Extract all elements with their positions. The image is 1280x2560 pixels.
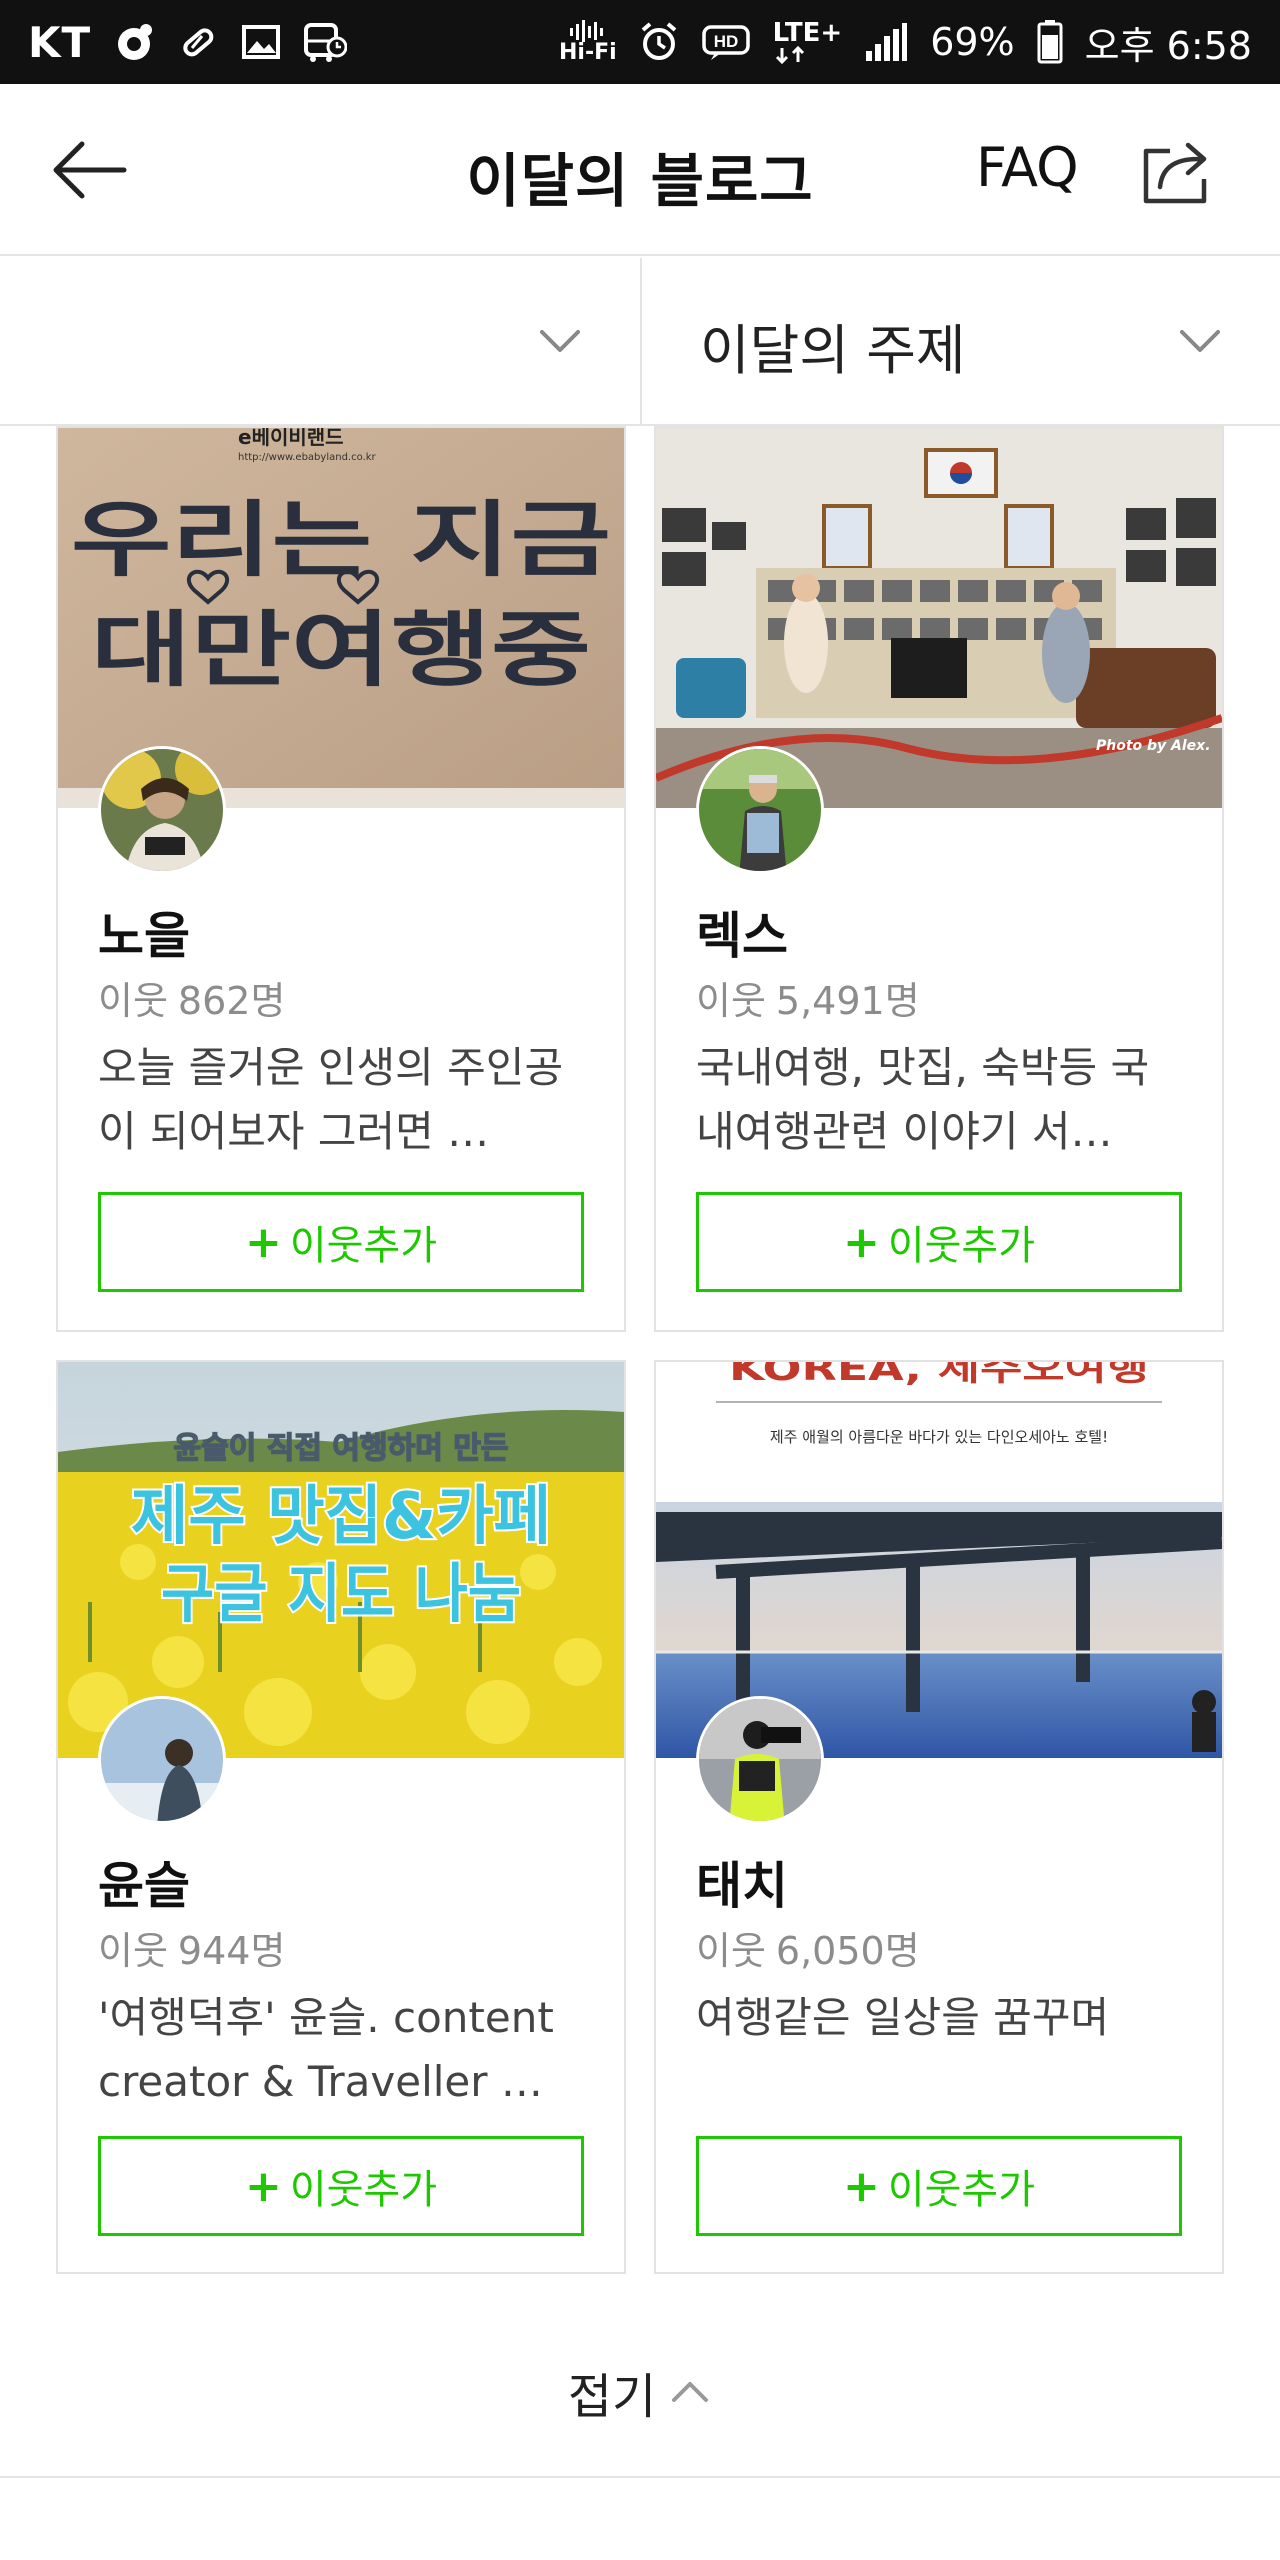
category-dropdown[interactable] <box>0 258 640 424</box>
cover-credit-text: Photo by Alex. <box>1096 738 1211 754</box>
plus-icon: + <box>842 1216 880 1268</box>
theme-dropdown[interactable]: 이달의 주제 <box>640 258 1280 424</box>
cover-title-line1: 제주 맛집&카페 <box>131 1480 551 1554</box>
bus-icon <box>303 21 348 63</box>
cover-subtitle-text: 윤슬이 직접 여행하며 만든 <box>174 1431 509 1466</box>
avatar[interactable] <box>98 1696 226 1824</box>
hifi-label: Hi-Fi <box>558 40 617 65</box>
blog-name[interactable]: 노을 <box>98 896 190 968</box>
notification-dot-icon <box>113 21 155 63</box>
share-icon <box>1143 142 1207 204</box>
avatar-photo <box>699 1699 821 1821</box>
blog-card[interactable]: KOREA, 제주오여행 제주 애월의 아름다운 바다가 있는 다인오세아노 호… <box>654 1360 1224 2274</box>
collapse-label: 접기 <box>567 2369 657 2425</box>
faq-link[interactable]: FAQ <box>976 136 1079 199</box>
carrier-label: KT <box>28 17 92 67</box>
divider <box>0 2476 1280 2478</box>
lte-label: LTE+ <box>772 18 843 48</box>
neighbor-value: 862명 <box>177 979 286 1023</box>
blog-name[interactable]: 태치 <box>696 1846 788 1918</box>
chevron-down-icon <box>540 330 580 352</box>
add-neighbor-button[interactable]: + 이웃추가 <box>696 1192 1182 1292</box>
status-bar: KT Hi-Fi HD LTE+ 69% 오후 6:58 <box>0 0 1280 84</box>
neighbor-label: 이웃 <box>98 979 168 1023</box>
add-neighbor-label: 이웃추가 <box>289 2167 438 2213</box>
blog-card[interactable]: Photo by Alex. 렉스 이웃 5,491명 국내여행, 맛집, 숙박등… <box>654 426 1224 1332</box>
blog-card[interactable]: e베이비랜드 http://www.ebabyland.co.kr 우리는 지금… <box>56 426 626 1332</box>
clock: 오후 6:58 <box>1084 23 1252 68</box>
hd-label: HD <box>713 32 738 51</box>
avatar[interactable] <box>98 746 226 874</box>
filter-bar: 이달의 주제 <box>0 258 1280 426</box>
neighbor-value: 944명 <box>177 1929 286 1973</box>
avatar[interactable] <box>696 746 824 874</box>
share-button[interactable] <box>1136 132 1220 212</box>
cover-title-line2: 구글 지도 나눔 <box>161 1558 521 1632</box>
cover-url-text: http://www.ebabyland.co.kr <box>238 452 377 463</box>
chevron-up-icon <box>672 2382 709 2402</box>
neighbor-count: 이웃 5,491명 <box>696 970 930 1025</box>
avatar[interactable] <box>696 1696 824 1824</box>
neighbor-label: 이웃 <box>98 1929 168 1973</box>
blog-name[interactable]: 윤슬 <box>98 1846 190 1918</box>
cover-brand-text: e베이비랜드 <box>238 428 344 449</box>
neighbor-value: 5,491명 <box>775 979 920 1023</box>
avatar-photo <box>101 749 223 871</box>
chevron-down-icon <box>1180 330 1220 352</box>
plus-icon: + <box>244 2160 282 2212</box>
blog-description: 국내여행, 맛집, 숙박등 국내여행관련 이야기 서… <box>696 1043 1150 1156</box>
blog-description: '여행덕후' 윤슬. content creator & Traveller … <box>98 1993 554 2106</box>
blog-description: 오늘 즐거운 인생의 주인공이 되어보자 그러면 … <box>98 1043 564 1156</box>
plus-icon: + <box>842 2160 880 2212</box>
status-bar-left: KT <box>28 17 348 67</box>
signal-icon <box>864 21 908 63</box>
battery-icon <box>1037 20 1063 64</box>
blog-name[interactable]: 렉스 <box>696 896 788 968</box>
neighbor-count: 이웃 6,050명 <box>696 1920 930 1975</box>
pill-icon <box>177 21 219 63</box>
cover-title-text: KOREA, 제주오여행 <box>729 1362 1149 1389</box>
add-neighbor-label: 이웃추가 <box>289 1223 438 1269</box>
hifi-icon: Hi-Fi <box>559 20 617 64</box>
add-neighbor-button[interactable]: + 이웃추가 <box>696 2136 1182 2236</box>
add-neighbor-label: 이웃추가 <box>887 1223 1036 1269</box>
add-neighbor-button[interactable]: + 이웃추가 <box>98 1192 584 1292</box>
collapse-button[interactable]: 접기 <box>0 2352 1280 2432</box>
lte-icon: LTE+ <box>772 18 843 64</box>
blog-card[interactable]: 윤슬이 직접 여행하며 만든 제주 맛집&카페 구글 지도 나눔 윤슬 이웃 94… <box>56 1360 626 2274</box>
cover-subtitle-text: 제주 애월의 아름다운 바다가 있는 다인오세아노 호텔! <box>770 1428 1108 1446</box>
avatar-photo <box>699 749 821 871</box>
theme-dropdown-label: 이달의 주제 <box>700 319 966 382</box>
neighbor-value: 6,050명 <box>775 1929 920 1973</box>
neighbor-label: 이웃 <box>696 1929 766 1973</box>
app-header: 이달의 블로그 FAQ <box>0 84 1280 256</box>
blog-description: 여행같은 일상을 꿈꾸며 <box>696 1993 1110 2042</box>
page-title: 이달의 블로그 <box>466 147 814 215</box>
add-neighbor-button[interactable]: + 이웃추가 <box>98 2136 584 2236</box>
neighbor-count: 이웃 944명 <box>98 1920 295 1975</box>
neighbor-count: 이웃 862명 <box>98 970 295 1025</box>
status-bar-right: Hi-Fi HD LTE+ 69% 오후 6:58 <box>559 15 1252 70</box>
gallery-icon <box>241 22 281 62</box>
plus-icon: + <box>244 1216 282 1268</box>
neighbor-label: 이웃 <box>696 979 766 1023</box>
alarm-icon <box>639 22 679 62</box>
hd-voice-icon: HD <box>701 22 751 62</box>
avatar-photo <box>101 1699 223 1821</box>
svg-text:대만여행중: 대만여행중 <box>91 603 591 698</box>
battery-percent: 69% <box>930 20 1015 64</box>
add-neighbor-label: 이웃추가 <box>887 2167 1036 2213</box>
